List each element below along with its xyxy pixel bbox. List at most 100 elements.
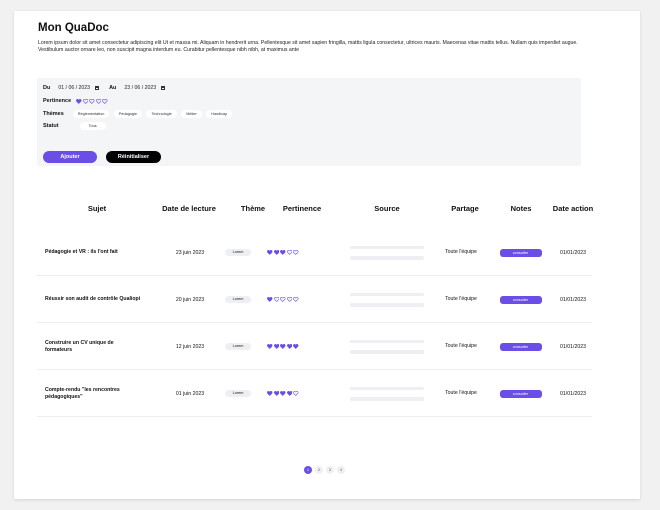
source-placeholder-bar (350, 292, 424, 296)
source-placeholder-bar (350, 245, 424, 249)
action-date-cell: 01/01/2023 (560, 390, 586, 397)
column-header-pertinence: Pertinence (282, 204, 322, 213)
theme-chip[interactable]: Pédagogie (113, 110, 143, 118)
consult-button[interactable]: consulter (499, 342, 542, 351)
heart-filled-icon (267, 250, 273, 255)
consult-button[interactable]: consulter (499, 248, 542, 257)
share-cell: Toute l'équipe (445, 390, 477, 396)
pertinence-rating-input[interactable] (76, 98, 108, 104)
pertinence-cell (267, 229, 311, 276)
table-row[interactable]: Construire un CV unique de formateurs 12… (37, 323, 592, 370)
theme-chips: Réglementation Pédagogie Technologie Mét… (70, 110, 233, 118)
themes-filter-row: Thèmes Réglementation Pédagogie Technolo… (43, 110, 233, 118)
notes-cell: consulter (499, 370, 542, 417)
subject-cell[interactable]: Compte-rendu "les rencontres pédagogique… (45, 370, 141, 417)
source-cell (350, 229, 424, 276)
heart-outline-icon (102, 98, 108, 104)
heart-filled-icon (286, 344, 293, 349)
action-date-cell: 01/01/2023 (560, 343, 586, 350)
read-date-cell: 23 juin 2023 (175, 249, 205, 256)
read-date-cell: 12 juin 2023 (175, 343, 205, 350)
page-button[interactable]: 2 (315, 466, 323, 474)
heart-outline-icon (89, 98, 95, 104)
source-cell (350, 323, 424, 370)
reset-button[interactable]: Réinitialiser (106, 151, 161, 163)
heart-filled-icon (267, 297, 273, 302)
subject-cell[interactable]: Réussir son audit de contrôle Qualiopi (45, 276, 141, 323)
column-header-theme: Thème (240, 204, 266, 213)
theme-badge: Lorem (224, 296, 252, 303)
column-header-source: Source (374, 204, 400, 213)
theme-chip[interactable]: Handicap (206, 110, 233, 118)
status-select[interactable]: Tous (79, 122, 106, 130)
rating-hearts (267, 391, 299, 396)
subject-cell[interactable]: Pédagogie et VR : ils l'ont fait (45, 229, 141, 276)
heart-filled-icon (267, 391, 273, 396)
subject-cell[interactable]: Construire un CV unique de formateurs (45, 323, 141, 370)
source-placeholder-bar (350, 256, 424, 260)
notes-cell: consulter (499, 229, 542, 276)
from-date-input[interactable]: 01 / 06 / 2023 (58, 85, 100, 91)
heart-filled-icon (280, 344, 286, 349)
theme-cell: Lorem (217, 323, 259, 370)
from-date-value: 01 / 06 / 2023 (58, 85, 91, 91)
theme-chip[interactable]: Technologie (146, 110, 177, 118)
heart-filled-icon (273, 250, 280, 255)
table-row[interactable]: Compte-rendu "les rencontres pédagogique… (37, 370, 592, 417)
heart-filled-icon (286, 391, 293, 396)
themes-label: Thèmes (43, 111, 64, 117)
heart-filled-icon (293, 344, 299, 349)
calendar-icon[interactable] (161, 86, 166, 90)
theme-chip[interactable]: Métier (181, 110, 202, 118)
heart-outline-icon (280, 297, 286, 302)
consult-button[interactable]: consulter (499, 389, 542, 398)
heart-outline-icon (82, 98, 89, 104)
notes-cell: consulter (499, 323, 542, 370)
source-cell (350, 370, 424, 417)
to-label: Au (109, 85, 117, 91)
rating-hearts (267, 297, 299, 302)
from-label: Du (43, 85, 51, 91)
add-button[interactable]: Ajouter (43, 151, 97, 163)
table-row[interactable]: Réussir son audit de contrôle Qualiopi 2… (37, 276, 592, 323)
rating-hearts (267, 250, 299, 255)
page-button[interactable]: 3 (326, 466, 334, 474)
read-date-cell: 01 juin 2023 (175, 390, 205, 397)
source-placeholder-bar (350, 350, 424, 354)
theme-badge: Lorem (224, 343, 252, 350)
filters-panel: Du 01 / 06 / 2023 Au 23 / 06 / 2023 Pert… (37, 78, 581, 166)
theme-cell: Lorem (217, 370, 259, 417)
heart-outline-icon (293, 297, 299, 302)
source-placeholder-bar (350, 386, 424, 390)
source-placeholder-bar (350, 303, 424, 307)
date-filter-row: Du 01 / 06 / 2023 Au 23 / 06 / 2023 (43, 85, 166, 91)
heart-outline-icon (273, 297, 280, 302)
to-date-input[interactable]: 23 / 06 / 2023 (124, 85, 166, 91)
calendar-icon[interactable] (95, 86, 100, 90)
heart-filled-icon (280, 391, 286, 396)
theme-chip[interactable]: Réglementation (72, 110, 110, 118)
column-header-share: Partage (451, 204, 479, 213)
page-button[interactable]: 1 (304, 466, 312, 474)
share-cell: Toute l'équipe (445, 343, 477, 349)
heart-outline-icon (286, 250, 293, 255)
page-button[interactable]: 4 (337, 466, 345, 474)
table-row[interactable]: Pédagogie et VR : ils l'ont fait 23 juin… (37, 229, 592, 276)
theme-cell: Lorem (217, 229, 259, 276)
share-cell: Toute l'équipe (445, 296, 477, 302)
action-date-cell: 01/01/2023 (560, 249, 586, 256)
source-placeholder-bar (350, 397, 424, 401)
pertinence-cell (267, 370, 311, 417)
column-header-notes: Notes (510, 204, 532, 213)
status-label: Statut (43, 123, 59, 129)
to-date-value: 23 / 06 / 2023 (124, 85, 157, 91)
source-cell (350, 276, 424, 323)
action-date-cell: 01/01/2023 (560, 296, 586, 303)
pertinence-cell (267, 323, 311, 370)
pertinence-label: Pertinence (43, 98, 72, 104)
page-title: Mon QuaDoc (38, 22, 109, 34)
consult-button[interactable]: consulter (499, 295, 542, 304)
pertinence-cell (267, 276, 311, 323)
status-filter-row: Statut Tous (43, 122, 106, 130)
heart-outline-icon (293, 250, 299, 255)
